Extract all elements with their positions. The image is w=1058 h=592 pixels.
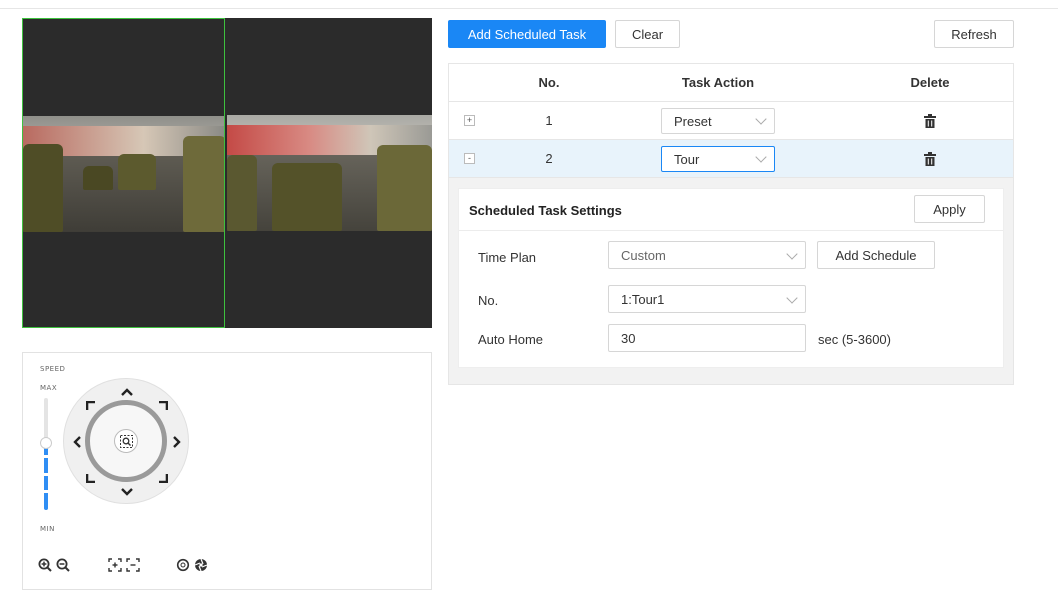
pan-down-left-icon[interactable] <box>84 471 98 485</box>
collapse-row-button[interactable]: - <box>464 153 475 164</box>
video-pane-2[interactable] <box>227 18 432 328</box>
time-plan-select[interactable]: Custom <box>608 241 806 269</box>
focus-near-icon[interactable] <box>107 557 123 573</box>
task-action-value: Preset <box>674 114 712 129</box>
zoom-in-icon[interactable] <box>37 557 53 573</box>
pan-right-icon[interactable] <box>170 435 184 449</box>
delete-icon[interactable] <box>924 114 936 128</box>
chevron-down-icon <box>786 248 798 260</box>
add-schedule-button[interactable]: Add Schedule <box>817 241 935 269</box>
task-action-select[interactable]: Preset <box>661 108 775 134</box>
auto-home-unit: sec (5-3600) <box>818 332 891 347</box>
zoom-out-icon[interactable] <box>55 557 71 573</box>
video-preview[interactable] <box>22 18 432 328</box>
ptz-control-panel: SPEED MAX MIN <box>22 352 432 590</box>
pan-up-icon[interactable] <box>120 385 134 399</box>
column-no: No. <box>538 75 560 90</box>
camera-feed-2 <box>227 115 432 231</box>
tour-no-select[interactable]: 1:Tour1 <box>608 285 806 313</box>
speed-label: SPEED <box>40 365 66 373</box>
scheduled-task-settings-panel: Scheduled Task Settings Apply Time Plan … <box>458 188 1004 368</box>
row-number: 1 <box>545 113 553 128</box>
auto-home-input[interactable]: 30 <box>608 324 806 352</box>
speed-min-label: MIN <box>40 525 55 533</box>
pan-left-icon[interactable] <box>70 435 84 449</box>
column-delete: Delete <box>910 75 950 90</box>
settings-title: Scheduled Task Settings <box>469 203 622 218</box>
add-scheduled-task-button[interactable]: Add Scheduled Task <box>448 20 606 48</box>
pan-up-right-icon[interactable] <box>156 399 170 413</box>
task-action-value: Tour <box>674 152 700 167</box>
iris-open-icon[interactable] <box>175 557 191 573</box>
auto-home-value: 30 <box>621 331 636 346</box>
time-plan-label: Time Plan <box>478 250 537 265</box>
row-number: 2 <box>545 151 553 166</box>
scheduled-task-table: No. Task Action Delete + 1 Preset - 2 To… <box>448 63 1014 385</box>
pan-down-icon[interactable] <box>120 485 134 499</box>
speed-slider[interactable] <box>44 398 48 510</box>
top-divider <box>0 8 1058 9</box>
delete-icon[interactable] <box>924 152 936 166</box>
speed-max-label: MAX <box>40 384 58 392</box>
expand-row-button[interactable]: + <box>464 115 475 126</box>
chevron-down-icon <box>755 113 767 125</box>
clear-button[interactable]: Clear <box>615 20 680 48</box>
table-row[interactable]: - 2 Tour <box>449 140 1013 178</box>
chevron-down-icon <box>786 292 798 304</box>
table-row[interactable]: + 1 Preset <box>449 102 1013 140</box>
focus-far-icon[interactable] <box>125 557 141 573</box>
camera-feed-1 <box>23 116 224 232</box>
refresh-button[interactable]: Refresh <box>934 20 1014 48</box>
video-pane-1[interactable] <box>22 18 225 328</box>
speed-slider-handle[interactable] <box>40 437 52 449</box>
task-settings-container: Scheduled Task Settings Apply Time Plan … <box>449 178 1013 384</box>
time-plan-value: Custom <box>621 248 666 263</box>
column-task-action: Task Action <box>681 75 755 90</box>
task-action-select[interactable]: Tour <box>661 146 775 172</box>
tour-no-label: No. <box>478 293 499 308</box>
pan-up-left-icon[interactable] <box>84 399 98 413</box>
ptz-center-button[interactable] <box>114 429 138 453</box>
iris-close-icon[interactable] <box>193 557 209 573</box>
pan-down-right-icon[interactable] <box>156 471 170 485</box>
table-header: No. Task Action Delete <box>449 64 1013 102</box>
speed-slider-fill <box>44 443 48 510</box>
tour-no-value: 1:Tour1 <box>621 292 665 307</box>
apply-button[interactable]: Apply <box>914 195 985 223</box>
auto-home-label: Auto Home <box>478 332 544 347</box>
ptz-direction-pad <box>63 378 189 504</box>
zoom-area-icon <box>119 434 133 448</box>
chevron-down-icon <box>755 151 767 163</box>
